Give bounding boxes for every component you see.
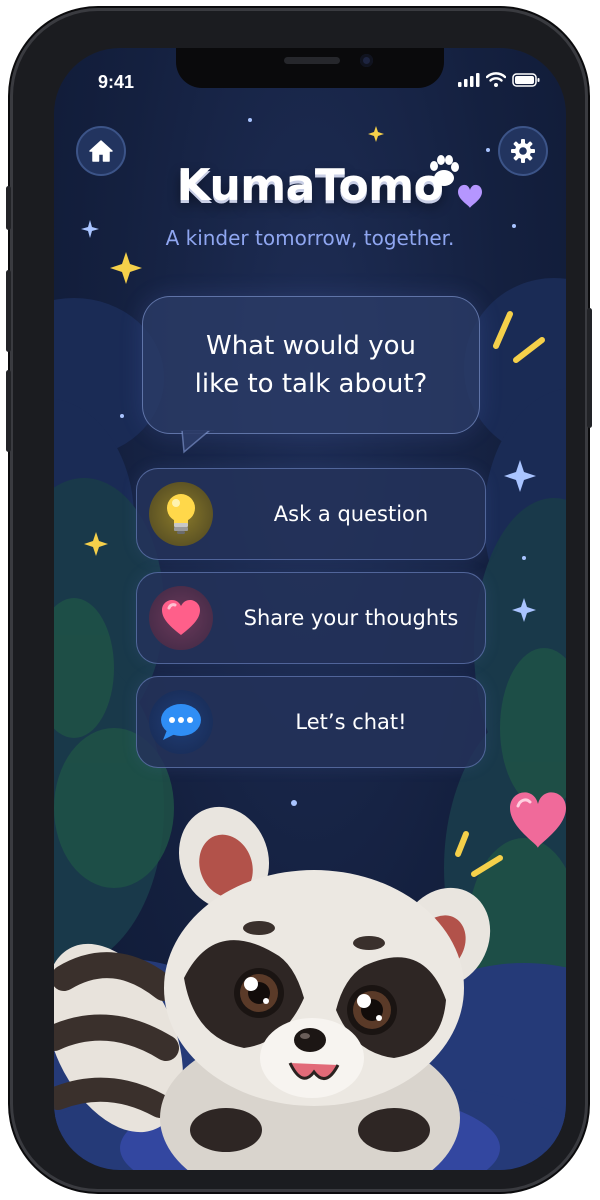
chat-bubble-icon <box>149 690 213 754</box>
speech-bubble-tail <box>180 430 214 454</box>
lightbulb-icon <box>149 482 213 546</box>
speaker-grille <box>284 57 340 64</box>
option-share-thoughts[interactable]: Share your thoughts <box>136 572 486 664</box>
paw-heart-icon <box>430 155 482 208</box>
wifi-icon <box>486 72 506 87</box>
volume-up-button <box>6 270 11 352</box>
battery-icon <box>512 72 540 87</box>
app-tagline: A kinder tomorrow, together. <box>165 226 455 250</box>
power-button <box>587 308 592 428</box>
cellular-signal-icon <box>458 72 480 87</box>
device-notch <box>176 48 444 88</box>
prompt-bubble: What would you like to talk about? <box>142 296 480 434</box>
raccoon-mascot <box>54 806 491 1170</box>
heart-icon <box>149 586 213 650</box>
volume-down-button <box>6 370 11 452</box>
option-lets-chat[interactable]: Let’s chat! <box>136 676 486 768</box>
mute-switch <box>6 186 11 230</box>
status-time: 9:41 <box>98 72 135 92</box>
option-label: Share your thoughts <box>243 606 459 630</box>
status-icons <box>458 72 540 87</box>
front-camera <box>360 54 373 67</box>
option-label: Ask a question <box>273 502 429 526</box>
option-label: Let’s chat! <box>295 710 407 734</box>
phone-frame: 9:41 KumaTomo A kinder tomorrow, togethe… <box>6 8 592 1192</box>
option-ask-question[interactable]: Ask a question <box>136 468 486 560</box>
app-screen: 9:41 KumaTomo A kinder tomorrow, togethe… <box>54 48 566 1170</box>
